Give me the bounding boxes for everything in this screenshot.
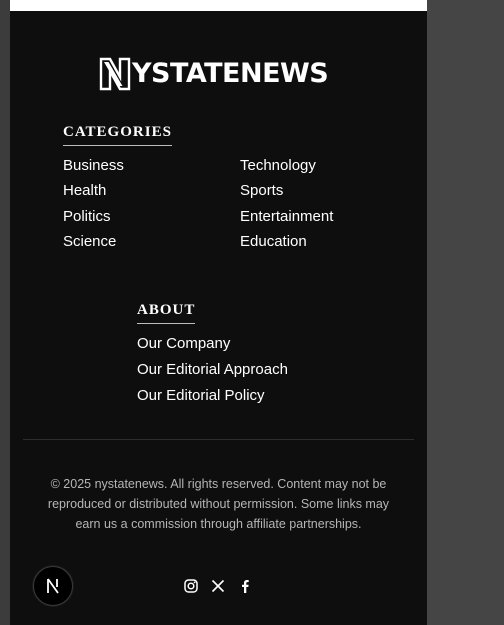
category-link-politics[interactable]: Politics — [63, 208, 111, 226]
site-footer: YSTATENEWS CATEGORIES Business Technolog… — [10, 0, 427, 625]
footer-divider — [23, 439, 414, 440]
logo-wordmark: YSTATENEWS — [132, 58, 329, 89]
about-link-editorial-approach[interactable]: Our Editorial Approach — [137, 361, 288, 379]
window-left-edge — [0, 0, 10, 625]
content-area-bottom — [10, 0, 427, 11]
logo-n-icon — [98, 57, 132, 91]
category-link-science[interactable]: Science — [63, 233, 116, 251]
about-link-company[interactable]: Our Company — [137, 335, 230, 353]
facebook-icon[interactable] — [237, 578, 253, 594]
site-logo[interactable]: YSTATENEWS — [98, 56, 342, 92]
n-logo-icon — [47, 578, 59, 594]
copyright-text: © 2025 nystatenews. All rights reserved.… — [47, 477, 390, 531]
x-icon[interactable] — [210, 578, 226, 594]
category-link-business[interactable]: Business — [63, 157, 124, 175]
category-link-health[interactable]: Health — [63, 182, 106, 200]
nextjs-dev-button[interactable] — [33, 566, 73, 606]
category-link-sports[interactable]: Sports — [240, 182, 283, 200]
about-heading: ABOUT — [137, 302, 196, 324]
instagram-icon[interactable] — [183, 578, 199, 594]
category-link-entertainment[interactable]: Entertainment — [240, 208, 333, 226]
category-link-education[interactable]: Education — [240, 233, 307, 251]
category-link-technology[interactable]: Technology — [240, 157, 316, 175]
about-link-editorial-policy[interactable]: Our Editorial Policy — [137, 387, 265, 405]
categories-heading: CATEGORIES — [63, 124, 172, 146]
